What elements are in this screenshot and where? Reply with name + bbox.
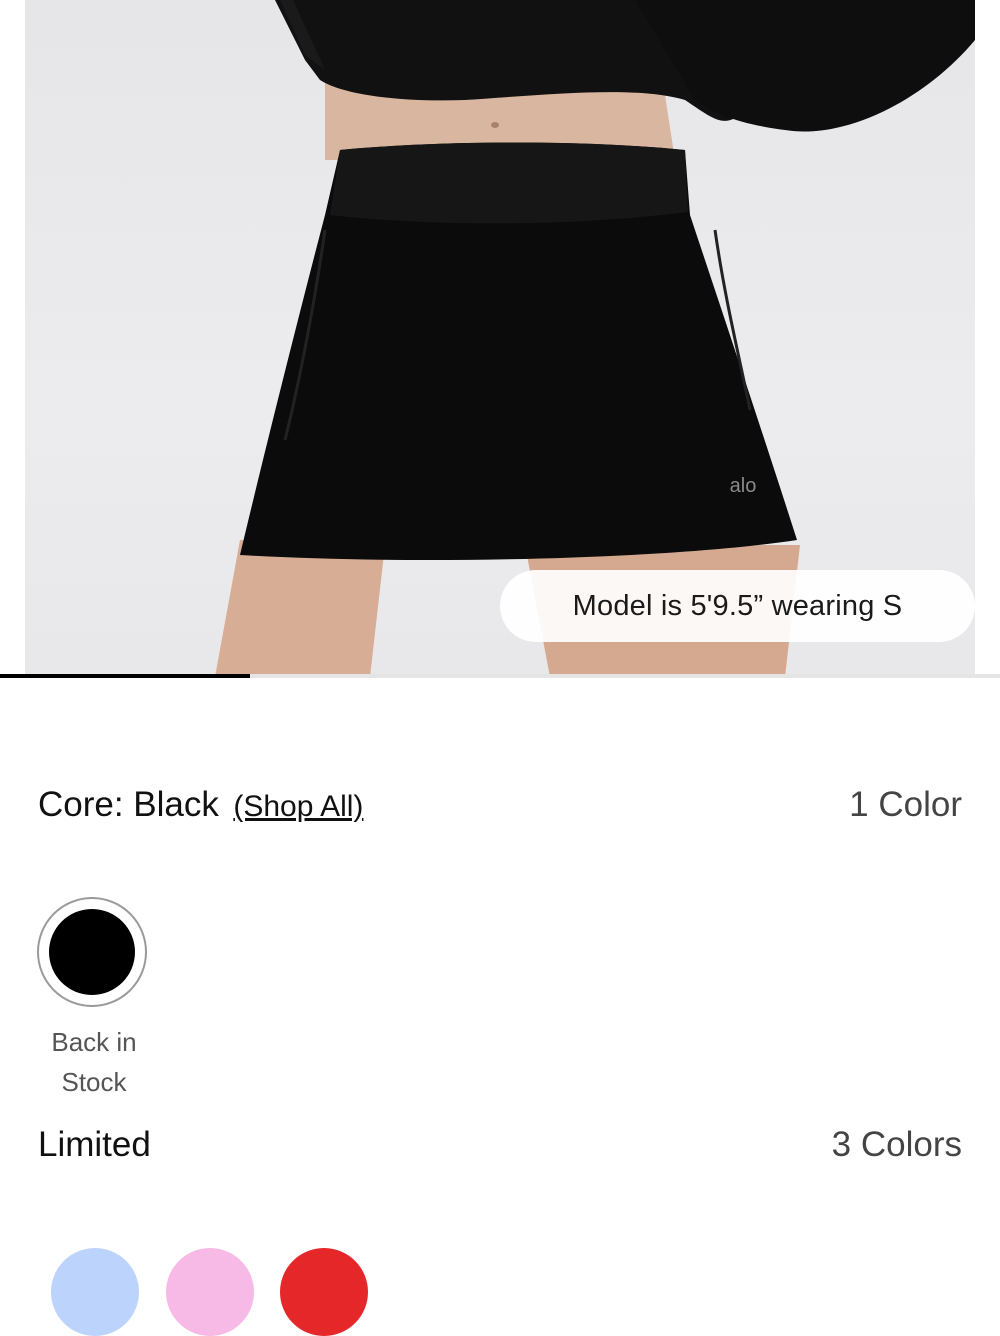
color-swatch-light-blue[interactable] bbox=[51, 1248, 139, 1336]
shop-all-link[interactable]: (Shop All) bbox=[233, 790, 363, 823]
core-color-count: 1 Color bbox=[849, 785, 962, 824]
core-color-header: Core: Black (Shop All) 1 Color bbox=[38, 785, 962, 825]
core-color-title: Core: Black bbox=[38, 785, 219, 824]
product-image-gallery[interactable]: alo Model is 5'9.5” wearing S bbox=[0, 0, 1000, 677]
model-size-info: Model is 5'9.5” wearing S bbox=[500, 570, 975, 642]
color-swatch-black[interactable] bbox=[37, 897, 147, 1007]
color-swatch-pink[interactable] bbox=[166, 1248, 254, 1336]
limited-color-count: 3 Colors bbox=[831, 1125, 962, 1164]
product-photo: alo Model is 5'9.5” wearing S bbox=[25, 0, 975, 677]
limited-color-title: Limited bbox=[38, 1125, 151, 1164]
swatch-fill bbox=[49, 909, 135, 995]
gallery-progress-indicator bbox=[0, 674, 250, 678]
gallery-progress-bar bbox=[0, 674, 1000, 678]
swatch-status-caption: Back in Stock bbox=[51, 1027, 137, 1097]
brand-logo: alo bbox=[730, 475, 757, 497]
limited-color-header: Limited 3 Colors bbox=[38, 1125, 962, 1165]
color-swatch-red[interactable] bbox=[280, 1248, 368, 1336]
